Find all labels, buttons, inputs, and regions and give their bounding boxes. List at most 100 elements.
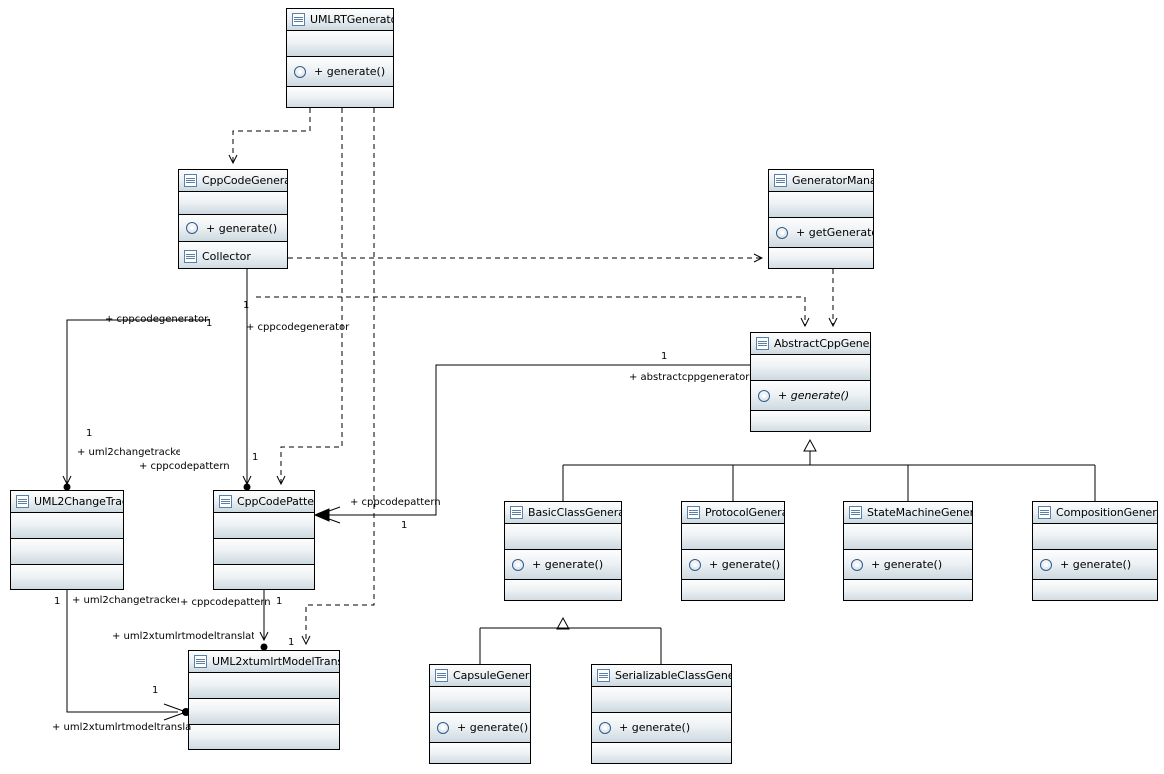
edge-label-uml2changetracker-2: + uml2changetracker xyxy=(72,595,179,606)
edge-label-cppcodepattern-2: + cppcodepattern xyxy=(350,497,441,508)
class-icon xyxy=(194,655,207,668)
operations-compartment: + getGenerator() xyxy=(769,218,873,248)
composition-abstractcppgenerator-cppcodepattern xyxy=(327,364,750,516)
class-title-compartment: CompositionGenerator xyxy=(1033,502,1157,524)
attributes-compartment xyxy=(287,31,393,57)
class-basicclassgenerator[interactable]: BasicClassGenerator + generate() xyxy=(504,501,622,601)
class-icon xyxy=(184,174,197,187)
class-title-compartment: UMLRTGenerator xyxy=(287,9,393,31)
attributes-compartment xyxy=(1033,524,1157,550)
multiplicity-label: 1 xyxy=(288,637,295,648)
operations-compartment: + generate() xyxy=(179,215,287,242)
class-title-compartment: SerializableClassGenerator xyxy=(592,665,731,687)
class-icon xyxy=(687,506,700,519)
edge-label-uml2changetracker-1: + uml2changetracker xyxy=(77,447,180,458)
extra-compartment xyxy=(844,580,972,600)
attributes-compartment xyxy=(179,192,287,215)
class-capsulegenerator[interactable]: CapsuleGenerator + generate() xyxy=(429,664,531,764)
attributes-compartment xyxy=(430,687,530,713)
operations-compartment xyxy=(189,699,339,725)
class-name: GeneratorManager xyxy=(792,174,873,187)
edge-label-cppcodegenerator-1: + cppcodegenerator xyxy=(105,314,209,325)
extra-compartment xyxy=(1033,580,1157,600)
operation-label: + generate() xyxy=(532,558,604,571)
dependency-umlrtgenerator-uml2xtumlrtmodeltranslator xyxy=(301,108,375,646)
operation-icon xyxy=(294,65,306,78)
extra-compartment xyxy=(751,411,870,431)
class-name: CapsuleGenerator xyxy=(453,669,530,682)
attributes-compartment xyxy=(592,687,731,713)
composition-uml2changetracker-uml2xtumlrtmodeltranslator xyxy=(66,590,178,713)
composition-diamond-cppcodepattern xyxy=(313,508,330,522)
multiplicity-label: 1 xyxy=(152,685,159,696)
operations-compartment: + generate() xyxy=(592,713,731,743)
class-icon xyxy=(597,669,610,682)
edge-label-cppcodepattern-3: + cppcodepattern xyxy=(180,597,271,608)
class-name: AbstractCppGenerator xyxy=(774,337,870,350)
dependency-umlrtgenerator-cppcodegenerator xyxy=(228,108,311,165)
class-title-compartment: CapsuleGenerator xyxy=(430,665,530,687)
class-cppcodepattern[interactable]: CppCodePattern xyxy=(213,490,315,590)
class-protocolgenerator[interactable]: ProtocolGenerator + generate() xyxy=(681,501,785,601)
edge-label-cppcodegenerator-2: + cppcodegenerator xyxy=(246,322,350,333)
extra-compartment xyxy=(214,565,314,589)
operation-icon xyxy=(758,389,770,402)
multiplicity-label: 1 xyxy=(243,300,250,311)
class-name: UML2ChangeTracker xyxy=(34,495,123,508)
operations-compartment: + generate() xyxy=(844,550,972,580)
class-icon xyxy=(849,506,862,519)
class-icon xyxy=(1038,506,1051,519)
class-serializableclassgenerator[interactable]: SerializableClassGenerator + generate() xyxy=(591,664,732,764)
class-title-compartment: ProtocolGenerator xyxy=(682,502,784,524)
class-abstractcppgenerator[interactable]: AbstractCppGenerator + generate() xyxy=(750,332,871,432)
operation-label: + generate() xyxy=(1060,558,1132,571)
class-title-compartment: CppCodeGenerator xyxy=(179,170,287,192)
operation-label: + getGenerator() xyxy=(796,226,873,239)
edge-label-uml2xtumlrtmodeltranslator-2: + uml2xtumlrtmodeltranslator xyxy=(52,722,192,733)
extra-compartment xyxy=(769,248,873,268)
multiplicity-label: 1 xyxy=(661,351,668,362)
attributes-compartment xyxy=(505,524,621,550)
extra-compartment xyxy=(592,743,731,763)
operation-label: + generate() xyxy=(709,558,781,571)
operation-label: + generate() xyxy=(619,721,691,734)
operation-icon xyxy=(1040,558,1052,571)
edge-label-abstractcppgenerator: + abstractcppgenerator xyxy=(629,372,750,383)
class-statemachinegenerator[interactable]: StateMachineGenerator + generate() xyxy=(843,501,973,601)
class-cppcodegenerator[interactable]: CppCodeGenerator + generate() Collector xyxy=(178,169,288,269)
class-name: CppCodeGenerator xyxy=(202,174,287,187)
nested-class-icon xyxy=(184,249,197,263)
operations-compartment: + generate() xyxy=(682,550,784,580)
composition-arrow-uml2xtumlrtmodeltranslator xyxy=(163,703,188,721)
class-icon xyxy=(435,669,448,682)
class-icon xyxy=(756,337,769,350)
attributes-compartment xyxy=(682,524,784,550)
operation-icon xyxy=(437,721,449,734)
multiplicity-label: 1 xyxy=(252,452,259,463)
operations-compartment: + generate() xyxy=(751,381,870,411)
multiplicity-label: 1 xyxy=(206,318,213,329)
operations-compartment: + generate() xyxy=(287,57,393,87)
operation-icon xyxy=(776,226,788,239)
class-umlrtgenerator[interactable]: UMLRTGenerator + generate() xyxy=(286,8,394,108)
operations-compartment: + generate() xyxy=(1033,550,1157,580)
multiplicity-label: 1 xyxy=(86,428,93,439)
class-title-compartment: GeneratorManager xyxy=(769,170,873,192)
uml-class-diagram-canvas: UMLRTGenerator + generate() CppCodeGener… xyxy=(0,0,1164,774)
class-uml2changetracker[interactable]: UML2ChangeTracker xyxy=(10,490,124,590)
class-uml2xtumlrtmodeltranslator[interactable]: UML2xtumlrtModelTranslator xyxy=(188,650,340,750)
composition-cppcodegenerator-uml2changetracker xyxy=(62,319,210,486)
multiplicity-label: 1 xyxy=(54,596,61,607)
multiplicity-label: 1 xyxy=(401,520,408,531)
operation-icon xyxy=(851,558,863,571)
operation-icon xyxy=(512,558,524,571)
class-generatormanager[interactable]: GeneratorManager + getGenerator() xyxy=(768,169,874,269)
operation-icon xyxy=(599,721,611,734)
attributes-compartment xyxy=(844,524,972,550)
attributes-compartment xyxy=(11,513,123,539)
operation-label: + generate() xyxy=(778,389,850,402)
class-icon xyxy=(219,495,232,508)
attributes-compartment xyxy=(769,192,873,218)
class-compositiongenerator[interactable]: CompositionGenerator + generate() xyxy=(1032,501,1158,601)
class-name: BasicClassGenerator xyxy=(528,506,621,519)
